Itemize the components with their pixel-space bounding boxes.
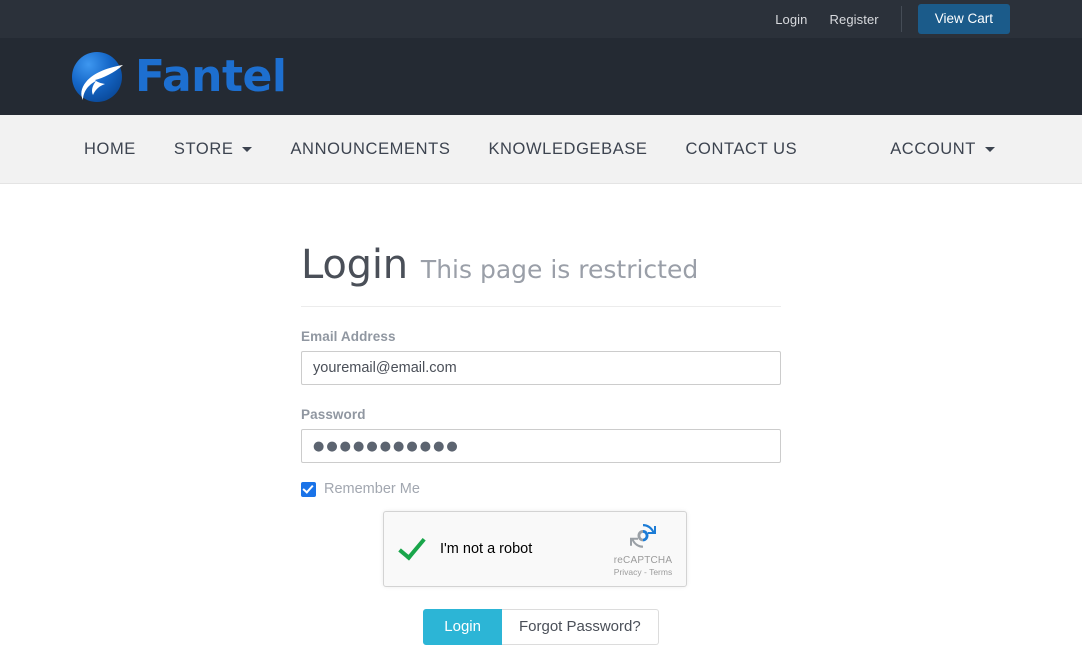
nav-secondary-items: ACCOUNT	[890, 140, 1014, 159]
nav-item-label: STORE	[173, 139, 234, 158]
email-field-group: Email Address	[301, 329, 781, 385]
email-input[interactable]	[301, 351, 781, 385]
page-content: Login This page is restricted Email Addr…	[0, 184, 1082, 645]
view-cart-button[interactable]: View Cart	[917, 4, 1010, 34]
nav-item-announcements[interactable]: ANNOUNCEMENTS	[271, 140, 469, 159]
forgot-password-button[interactable]: Forgot Password?	[501, 609, 659, 645]
page-header: Login This page is restricted	[301, 242, 781, 307]
remember-me-label: Remember Me	[324, 481, 420, 497]
nav-item-account[interactable]: ACCOUNT	[890, 140, 1014, 159]
recaptcha-checkbox[interactable]	[384, 531, 440, 561]
logo-band: Fantel	[0, 38, 1082, 115]
nav-item-label: ACCOUNT	[890, 139, 976, 158]
nav-item-home[interactable]: HOME	[84, 140, 155, 159]
brand-name: Fantel	[135, 50, 287, 102]
login-submit-button[interactable]: Login	[423, 609, 502, 645]
top-utility-bar: Login Register View Cart	[0, 0, 1082, 38]
check-icon	[398, 531, 426, 561]
nav-item-knowledgebase[interactable]: KNOWLEDGEBASE	[469, 140, 666, 159]
chevron-down-icon	[242, 146, 253, 152]
password-field-label: Password	[301, 407, 366, 422]
recaptcha-branding: reCAPTCHA Privacy - Terms	[606, 520, 686, 578]
recaptcha-icon	[630, 523, 656, 548]
nav-item-label: HOME	[84, 139, 136, 158]
remember-me-row[interactable]: Remember Me	[301, 481, 781, 497]
fantel-feather-circle-icon	[68, 48, 126, 106]
main-navigation: HOME STORE ANNOUNCEMENTS KNOWLEDGEBASE C…	[0, 115, 1082, 184]
remember-me-checkbox[interactable]	[301, 481, 316, 497]
nav-item-label: KNOWLEDGEBASE	[488, 139, 648, 158]
page-title: Login	[301, 242, 408, 288]
login-form-column: Login This page is restricted Email Addr…	[301, 242, 781, 645]
form-actions: Login Forgot Password?	[301, 609, 781, 645]
recaptcha-widget[interactable]: I'm not a robot reCAPTCHA Privacy - Term…	[383, 511, 687, 587]
nav-item-store[interactable]: STORE	[155, 140, 272, 159]
password-field-group: Password	[301, 407, 781, 463]
recaptcha-label: I'm not a robot	[440, 541, 533, 557]
recaptcha-brand-name: reCAPTCHA	[613, 554, 673, 566]
nav-item-contact-us[interactable]: CONTACT US	[667, 140, 817, 159]
topbar-login-link[interactable]: Login	[775, 12, 807, 27]
page-subtitle: This page is restricted	[420, 255, 699, 284]
topbar-divider	[900, 6, 902, 32]
password-input[interactable]	[301, 429, 781, 463]
brand-logo-link[interactable]: Fantel	[68, 48, 287, 106]
chevron-down-icon	[985, 146, 995, 152]
recaptcha-terms-links[interactable]: Privacy - Terms	[606, 567, 680, 578]
nav-item-label: ANNOUNCEMENTS	[290, 139, 451, 158]
topbar-register-link[interactable]: Register	[830, 12, 879, 27]
login-form: Email Address Password Remember Me I'm n…	[301, 329, 781, 645]
recaptcha-row: I'm not a robot reCAPTCHA Privacy - Term…	[301, 511, 781, 587]
nav-primary-items: HOME STORE ANNOUNCEMENTS KNOWLEDGEBASE C…	[84, 140, 816, 159]
nav-item-label: CONTACT US	[685, 139, 798, 158]
email-field-label: Email Address	[301, 329, 396, 344]
